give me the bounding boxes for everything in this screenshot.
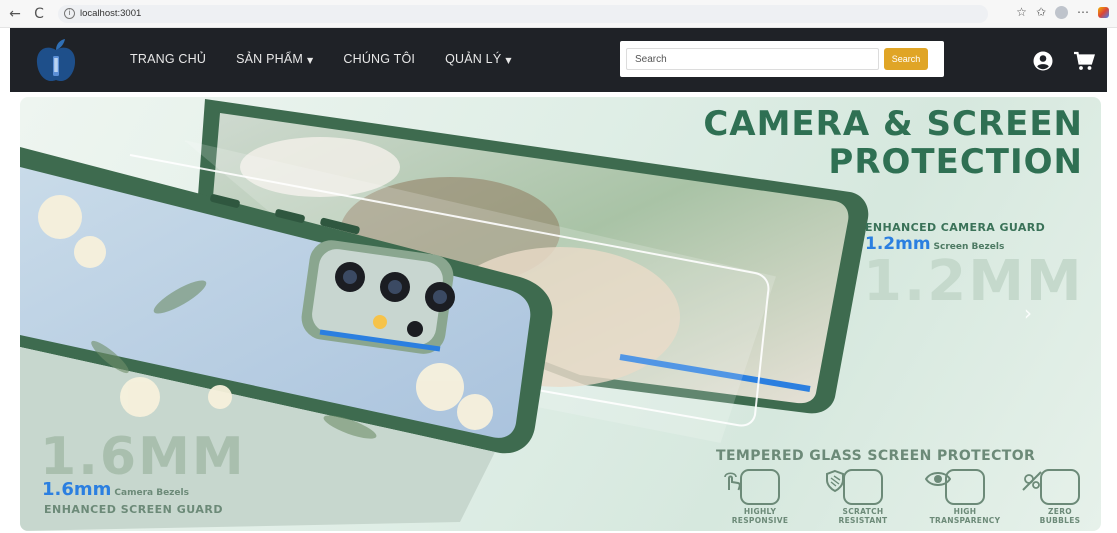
eye-icon	[925, 469, 985, 505]
menu-item-san-pham[interactable]: SẢN PHẨM ▼	[236, 52, 313, 66]
camera-guard-label: ENHANCED CAMERA GUARD	[865, 221, 1046, 234]
hero-title: CAMERA & SCREEN PROTECTION	[703, 104, 1083, 182]
screen-big-size: 1.2MM	[863, 249, 1084, 314]
caret-down-icon: ▼	[505, 56, 512, 65]
no-bubbles-icon	[1022, 469, 1080, 505]
bookmark-star-icon[interactable]: ☆	[1016, 5, 1027, 19]
screen-guard-label: ENHANCED SCREEN GUARD	[44, 503, 223, 516]
shopping-cart-icon[interactable]	[1073, 51, 1095, 71]
user-account-icon[interactable]	[1033, 51, 1053, 71]
search-button[interactable]: Search	[884, 48, 928, 70]
touch-icon	[724, 469, 780, 505]
camera-big-size: 1.6MM	[40, 427, 246, 487]
extension-icon[interactable]	[1098, 6, 1109, 18]
camera-bezel-spec: 1.6mm Camera Bezels	[42, 479, 189, 500]
browser-tools: ☆ ✩ ⋯	[1016, 5, 1109, 19]
caret-down-icon: ▼	[307, 56, 314, 65]
menu-item-quan-ly[interactable]: QUẢN LÝ ▼	[445, 52, 512, 66]
menu-item-chung-toi[interactable]: CHÚNG TÔI	[343, 52, 415, 66]
feature-item: SCRATCH RESISTANT	[823, 469, 903, 525]
search-form: Search	[620, 41, 944, 77]
url-text: localhost:3001	[80, 8, 142, 19]
main-menu: TRANG CHỦ SẢN PHẨM ▼ CHÚNG TÔI QUẢN LÝ ▼	[130, 52, 542, 66]
menu-item-trang-chu[interactable]: TRANG CHỦ	[130, 52, 206, 66]
more-menu-icon[interactable]: ⋯	[1077, 5, 1089, 19]
shield-icon	[826, 469, 883, 505]
profile-avatar-icon[interactable]	[1055, 5, 1068, 19]
back-arrow-icon[interactable]: ←	[6, 5, 24, 23]
carousel-next-icon[interactable]: ›	[1024, 301, 1032, 325]
tempered-glass-label: TEMPERED GLASS SCREEN PROTECTOR	[716, 448, 1036, 464]
search-input[interactable]	[626, 48, 879, 70]
feature-item: HIGH TRANSPARENCY	[925, 469, 1005, 525]
hero-banner[interactable]: CAMERA & SCREEN PROTECTION ENHANCED CAME…	[20, 97, 1101, 531]
browser-toolbar: ← C i localhost:3001 ☆ ✩ ⋯	[0, 0, 1117, 28]
site-info-icon[interactable]: i	[64, 8, 75, 19]
feature-item: ZERO BUBBLES	[1020, 469, 1100, 525]
site-navbar: TRANG CHỦ SẢN PHẨM ▼ CHÚNG TÔI QUẢN LÝ ▼ S…	[10, 28, 1107, 92]
reload-icon[interactable]: C	[30, 5, 48, 23]
feature-item: HIGHLY RESPONSIVE	[720, 469, 800, 525]
favorites-icon[interactable]: ✩	[1036, 5, 1046, 19]
apple-logo-icon[interactable]	[32, 36, 80, 86]
address-bar[interactable]: i localhost:3001	[58, 4, 988, 23]
feature-list: HIGHLY RESPONSIVE SCRATCH RESISTANT HIGH TR…	[720, 469, 1100, 529]
